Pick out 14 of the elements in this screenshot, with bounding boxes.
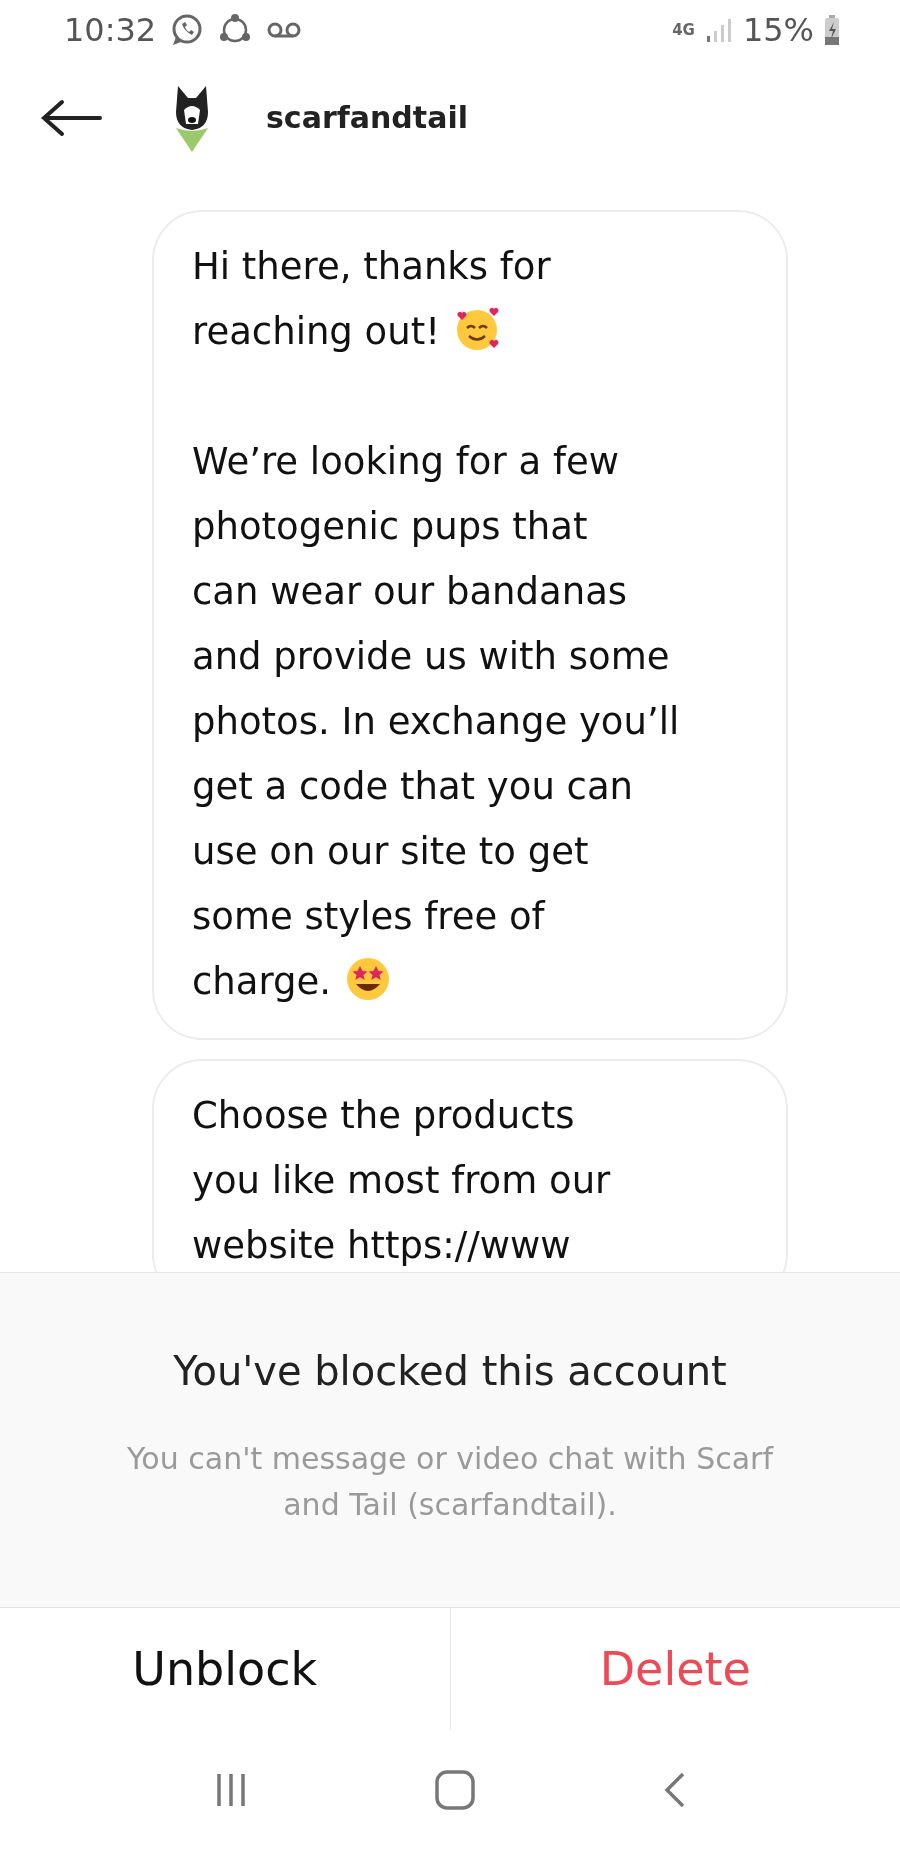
voicemail-icon [266,20,303,40]
blocked-description: You can't message or video chat with Scarf and Tail (scarfandtail). [127,1440,773,1524]
battery-charging-icon [824,15,840,45]
message-text: Hi there, thanks for reaching out! [192,244,552,356]
network-type: 4G [672,21,695,39]
status-time: 10:32 [64,11,157,49]
battery-percent: 15% [742,11,814,49]
message-text: Choose the products you like most from our website https://www [192,1093,612,1269]
username[interactable]: scarfandtail [266,100,468,135]
blocked-title: You've blocked this account [173,1348,727,1394]
message-text: We’re looking for a few photogenic pups that can wear our bandanas and provide us with some photos. In exchange you’ll get a code that you can use on our site to get some styles free of charge. [192,439,681,1006]
home-icon[interactable] [433,1768,477,1812]
signal-icon [704,16,733,44]
back-arrow-icon[interactable] [40,97,104,138]
